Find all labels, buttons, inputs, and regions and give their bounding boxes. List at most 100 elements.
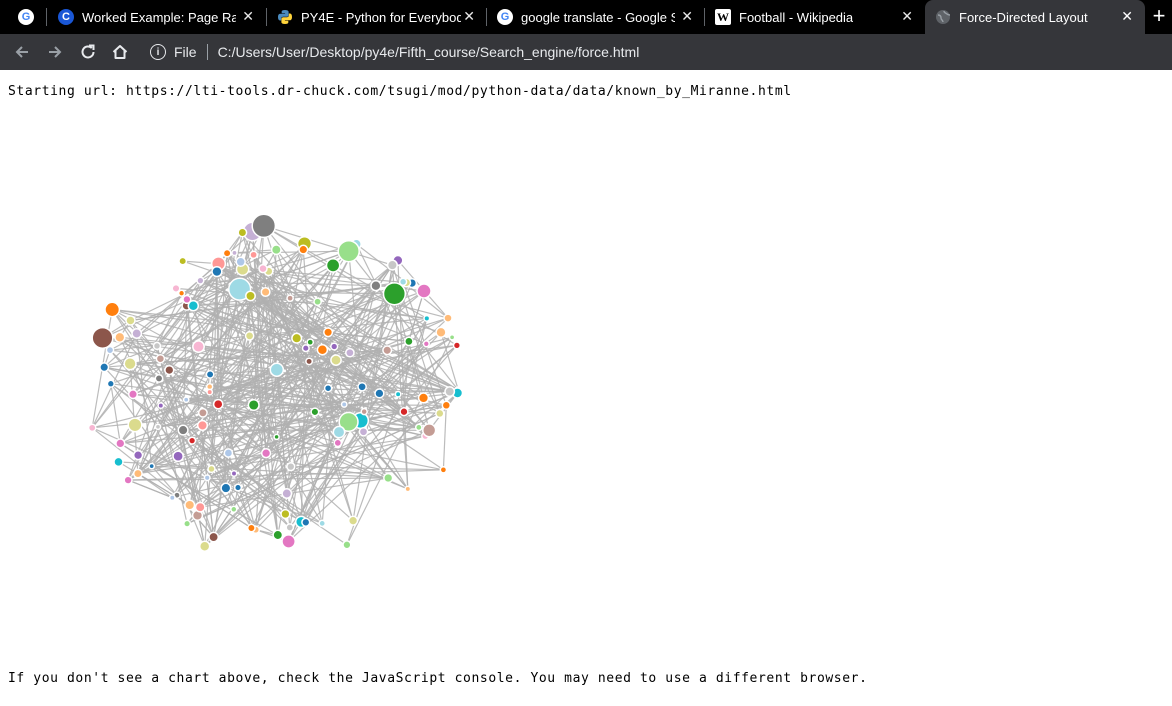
graph-node[interactable] — [386, 259, 398, 271]
graph-node[interactable] — [196, 419, 209, 431]
graph-node[interactable] — [207, 464, 216, 474]
graph-node[interactable] — [310, 407, 320, 417]
graph-node[interactable] — [194, 501, 206, 513]
graph-node[interactable] — [123, 357, 137, 371]
close-icon[interactable]: ✕ — [1121, 8, 1133, 25]
graph-node[interactable] — [272, 529, 284, 541]
graph-node[interactable] — [439, 465, 448, 474]
address-bar[interactable]: i File C:/Users/User/Desktop/py4e/Fifth_… — [142, 37, 1172, 67]
graph-node[interactable] — [104, 301, 121, 318]
tab-google-translate[interactable]: G google translate - Google Sea ✕ — [487, 0, 705, 34]
graph-node[interactable] — [220, 482, 232, 494]
graph-node[interactable] — [164, 364, 175, 376]
graph-node[interactable] — [270, 244, 282, 256]
graph-node[interactable] — [374, 388, 385, 399]
graph-node[interactable] — [251, 213, 277, 239]
graph-node[interactable] — [305, 357, 314, 366]
graph-node[interactable] — [260, 448, 272, 459]
graph-node[interactable] — [178, 256, 188, 266]
graph-node[interactable] — [301, 344, 310, 353]
graph-node[interactable] — [249, 250, 258, 260]
graph-node[interactable] — [382, 282, 407, 306]
graph-node[interactable] — [244, 331, 255, 341]
back-button[interactable] — [12, 42, 32, 62]
graph-node[interactable] — [298, 244, 309, 255]
graph-node[interactable] — [444, 386, 456, 398]
close-icon[interactable]: ✕ — [242, 8, 254, 25]
graph-node[interactable] — [285, 523, 295, 532]
graph-node[interactable] — [177, 424, 189, 436]
graph-node[interactable] — [115, 438, 126, 449]
graph-node[interactable] — [230, 505, 238, 514]
graph-node[interactable] — [340, 400, 348, 408]
graph-node[interactable] — [337, 239, 360, 263]
graph-node[interactable] — [404, 336, 414, 347]
graph-node[interactable] — [198, 540, 211, 552]
new-tab-button[interactable]: + — [1148, 2, 1170, 30]
graph-node[interactable] — [168, 494, 176, 502]
graph-node[interactable] — [360, 407, 368, 416]
graph-node[interactable] — [357, 381, 367, 392]
graph-node[interactable] — [177, 289, 186, 297]
graph-node[interactable] — [148, 462, 156, 470]
graph-node[interactable] — [318, 519, 327, 528]
graph-node[interactable] — [184, 499, 196, 511]
graph-node[interactable] — [114, 331, 126, 343]
graph-node[interactable] — [260, 286, 271, 298]
graph-node[interactable] — [273, 433, 280, 441]
graph-node[interactable] — [127, 389, 139, 400]
close-icon[interactable]: ✕ — [681, 8, 693, 25]
graph-node[interactable] — [398, 277, 408, 287]
graph-node[interactable] — [414, 423, 423, 432]
graph-node[interactable] — [91, 326, 114, 349]
graph-node[interactable] — [208, 531, 220, 543]
graph-node[interactable] — [183, 519, 192, 528]
graph-node[interactable] — [441, 400, 452, 411]
graph-node[interactable] — [230, 470, 238, 477]
graph-node[interactable] — [286, 461, 296, 472]
graph-node[interactable] — [206, 388, 214, 396]
graph-node[interactable] — [192, 340, 205, 354]
graph-node[interactable] — [383, 472, 394, 484]
graph-node[interactable] — [423, 314, 431, 322]
graph-node[interactable] — [443, 313, 453, 323]
graph-node[interactable] — [247, 398, 260, 412]
graph-node[interactable] — [358, 426, 369, 437]
info-icon[interactable]: i — [150, 44, 166, 60]
graph-node[interactable] — [231, 249, 238, 257]
graph-node[interactable] — [417, 392, 430, 404]
tab-force-directed-layout[interactable]: Force-Directed Layout ✕ — [925, 0, 1145, 34]
graph-node[interactable] — [131, 328, 143, 339]
graph-node[interactable] — [152, 341, 162, 351]
graph-node[interactable] — [291, 332, 303, 344]
graph-node[interactable] — [286, 294, 294, 303]
graph-node[interactable] — [330, 354, 342, 366]
close-icon[interactable]: ✕ — [463, 8, 475, 25]
graph-node[interactable] — [422, 423, 437, 438]
graph-node[interactable] — [211, 265, 223, 278]
home-button[interactable] — [110, 42, 130, 62]
graph-node[interactable] — [127, 417, 143, 433]
graph-node[interactable] — [280, 508, 291, 520]
graph-node[interactable] — [205, 369, 215, 379]
graph-node[interactable] — [416, 283, 432, 299]
graph-node[interactable] — [99, 362, 110, 373]
graph-node[interactable] — [333, 438, 343, 448]
close-icon[interactable]: ✕ — [901, 8, 913, 25]
graph-node[interactable] — [155, 353, 166, 364]
force-directed-graph[interactable] — [0, 190, 520, 590]
tab-worked-example[interactable]: C Worked Example: Page Rank ✕ — [48, 0, 266, 34]
graph-node[interactable] — [106, 379, 115, 388]
graph-node[interactable] — [332, 425, 346, 439]
graph-node[interactable] — [212, 398, 224, 410]
graph-node[interactable] — [313, 297, 322, 307]
graph-node[interactable] — [435, 408, 445, 419]
graph-node[interactable] — [203, 474, 211, 482]
graph-node[interactable] — [246, 523, 256, 533]
graph-node[interactable] — [187, 299, 200, 312]
graph-node[interactable] — [132, 468, 143, 479]
graph-node[interactable] — [154, 373, 164, 383]
graph-node[interactable] — [394, 390, 402, 398]
graph-node[interactable] — [132, 450, 144, 461]
graph-node[interactable] — [306, 338, 315, 347]
